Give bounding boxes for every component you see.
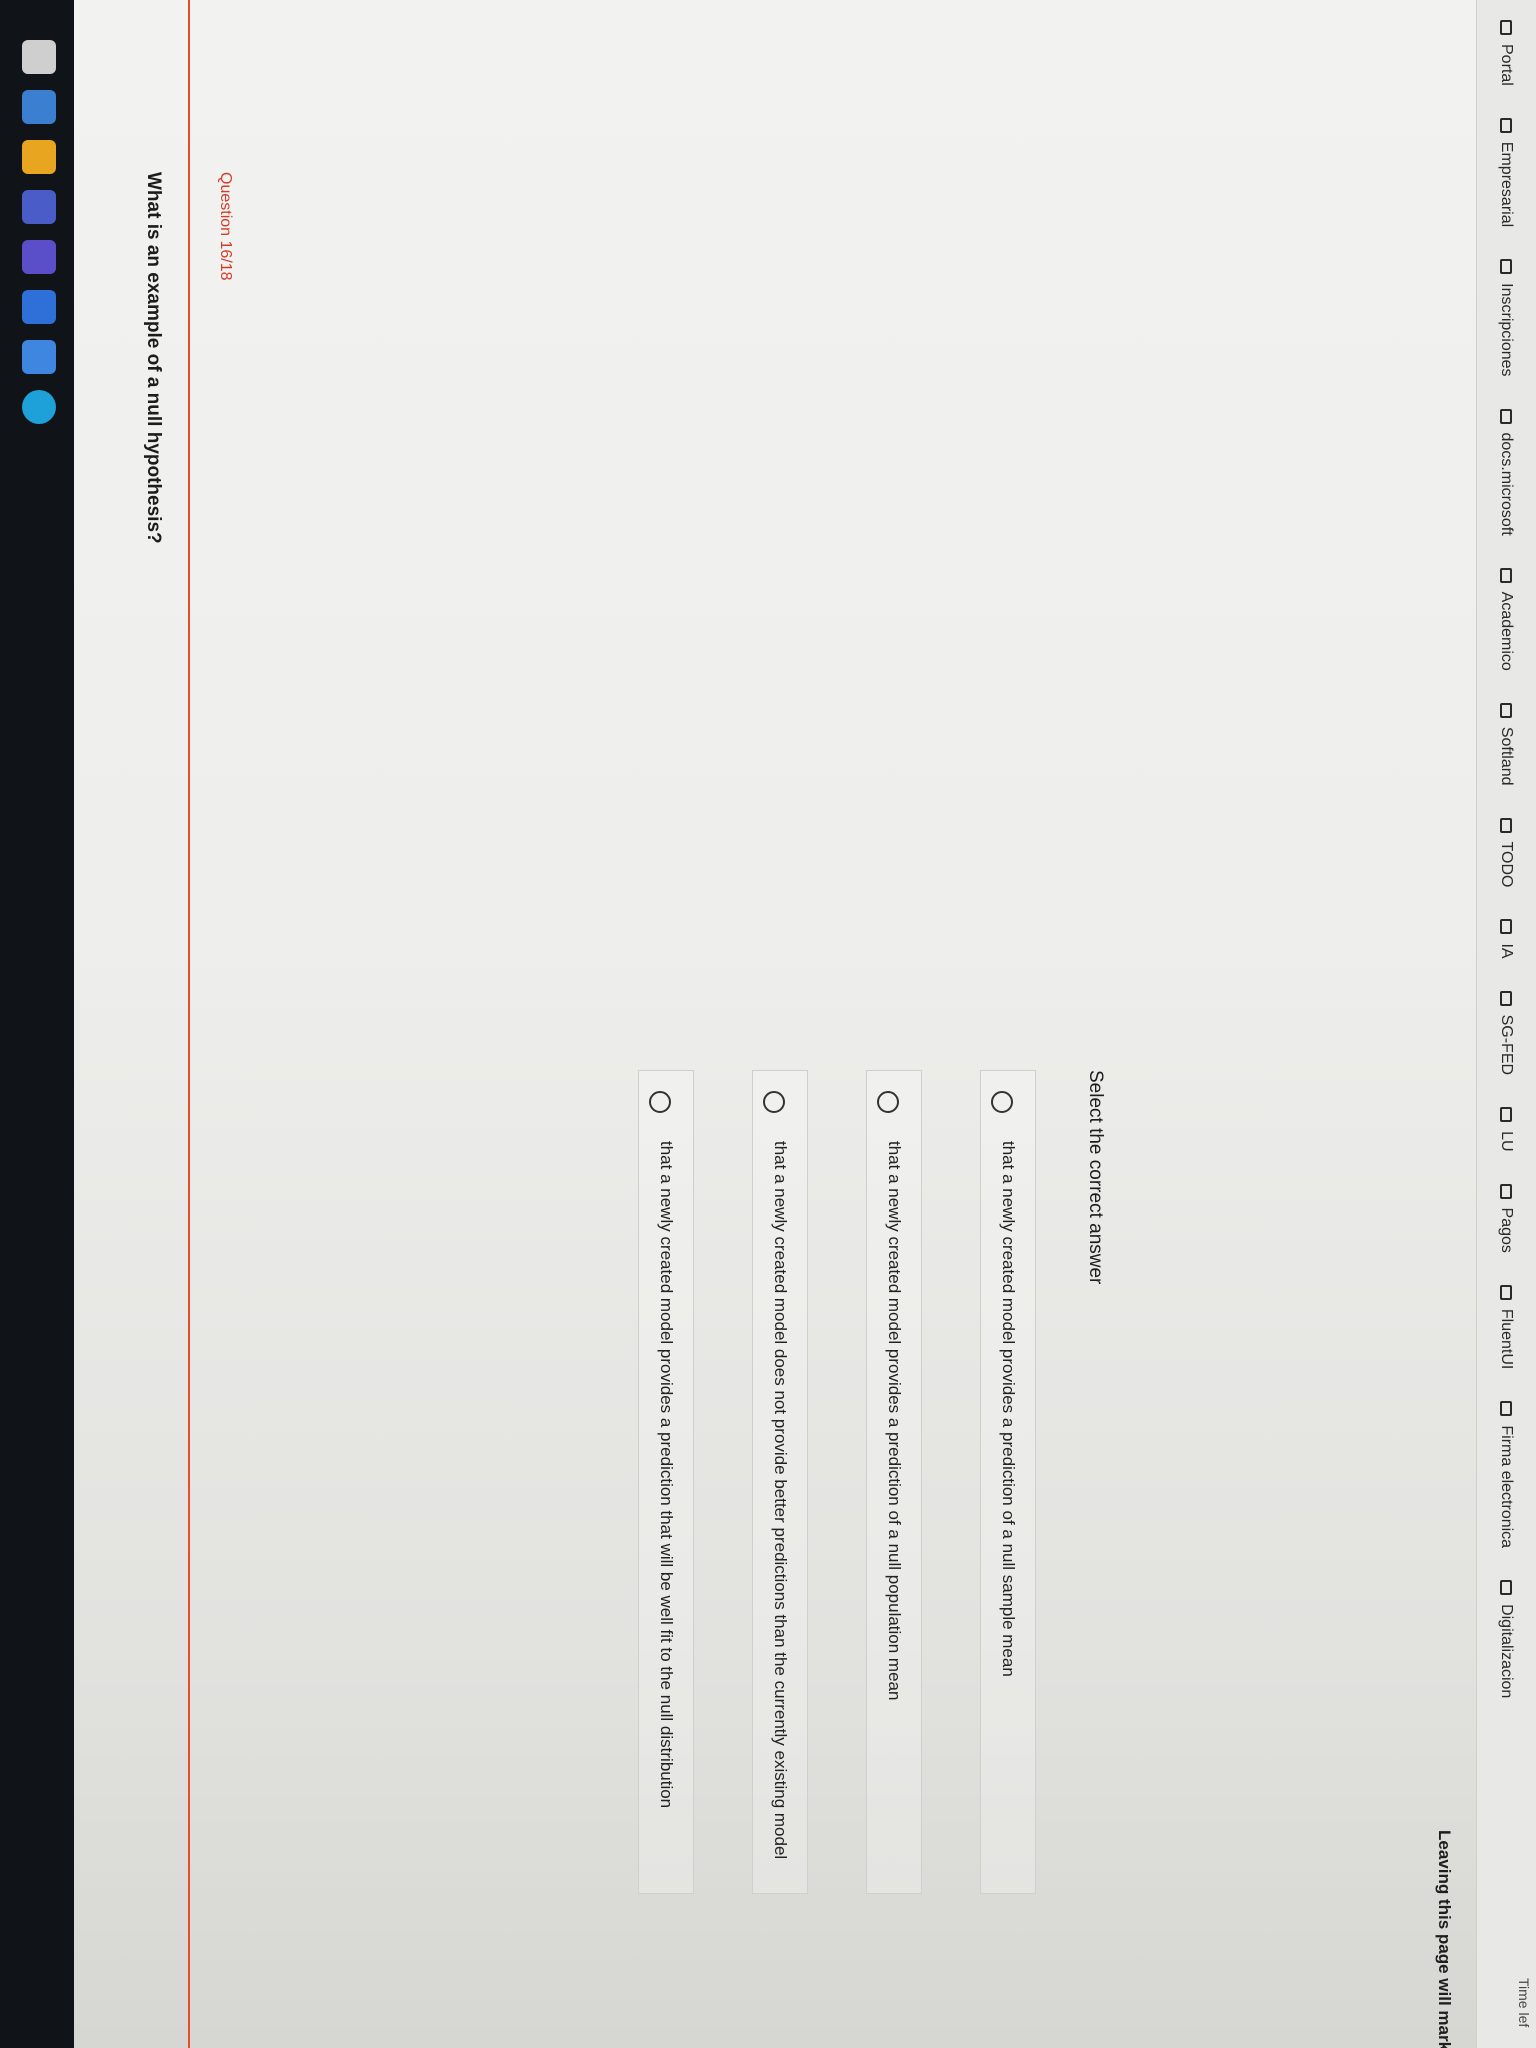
bookmark-label: Digitalizacion — [1498, 1604, 1516, 1699]
bookmark-pagos[interactable]: Pagos — [1498, 1183, 1516, 1253]
answer-option-text: that a newly created model provides a pr… — [999, 1141, 1018, 1677]
accent-line — [188, 0, 190, 2048]
bookmark-label: FluentUI — [1498, 1308, 1516, 1370]
folder-icon — [1500, 567, 1513, 583]
radio-button[interactable] — [877, 1091, 899, 1113]
browser-icon[interactable] — [22, 390, 56, 424]
bookmark-docs-microsoft[interactable]: docs.microsoft — [1498, 408, 1516, 536]
bookmark-label: Softland — [1498, 726, 1516, 786]
folder-icon — [1500, 702, 1513, 718]
question-text: What is an example of a null hypothesis? — [143, 172, 164, 544]
folder-icon — [1500, 259, 1513, 275]
radio-button[interactable] — [649, 1091, 671, 1113]
folder-icon — [1500, 990, 1513, 1006]
question-number: Question 16/18 — [217, 172, 234, 281]
folder-icon — [1500, 817, 1513, 833]
bookmark-label: Portal — [1498, 44, 1516, 86]
bookmarks-bar: Portal Empresarial Inscripciones docs.mi… — [1476, 0, 1536, 2048]
folder-icon[interactable] — [22, 140, 56, 174]
app-icon[interactable] — [22, 190, 56, 224]
bookmark-empresarial[interactable]: Empresarial — [1498, 117, 1516, 228]
folder-icon — [1500, 1284, 1513, 1300]
radio-button[interactable] — [991, 1091, 1013, 1113]
radio-button[interactable] — [763, 1091, 785, 1113]
app-icon[interactable] — [22, 90, 56, 124]
folder-icon — [1500, 20, 1513, 35]
answer-option-3[interactable]: that a newly created model does not prov… — [752, 1070, 808, 1894]
bookmark-ia[interactable]: IA — [1498, 919, 1516, 959]
bookmark-label: Academico — [1498, 591, 1516, 671]
answer-option-text: that a newly created model provides a pr… — [885, 1141, 904, 1701]
folder-icon — [1500, 919, 1513, 935]
start-icon[interactable] — [22, 40, 56, 74]
bookmark-fluentui[interactable]: FluentUI — [1498, 1284, 1516, 1370]
rotated-screen: Portal Empresarial Inscripciones docs.mi… — [0, 0, 1536, 2048]
time-left-label: Time lef — [1516, 1978, 1532, 2028]
bookmark-label: Firma electronica — [1498, 1425, 1516, 1549]
folder-icon — [1500, 1580, 1513, 1596]
app-icon[interactable] — [22, 290, 56, 324]
folder-icon — [1500, 1401, 1513, 1417]
bookmark-todo[interactable]: TODO — [1498, 817, 1516, 888]
bookmark-label: Inscripciones — [1498, 283, 1516, 377]
leaving-page-notice: Leaving this page will mark this te — [1435, 1830, 1454, 2048]
answer-option-2[interactable]: that a newly created model provides a pr… — [866, 1070, 922, 1894]
bookmark-softland[interactable]: Softland — [1498, 702, 1516, 786]
bookmark-sg-fed[interactable]: SG-FED — [1498, 990, 1516, 1076]
folder-icon — [1500, 117, 1513, 133]
folder-icon — [1500, 408, 1513, 424]
folder-icon — [1500, 1183, 1513, 1199]
bookmark-firma-electronica[interactable]: Firma electronica — [1498, 1401, 1516, 1548]
bookmark-academico[interactable]: Academico — [1498, 567, 1516, 671]
bookmark-portal[interactable]: Portal — [1498, 20, 1516, 86]
folder-icon — [1500, 1107, 1513, 1123]
answer-option-4[interactable]: that a newly created model provides a pr… — [638, 1070, 694, 1894]
answer-option-text: that a newly created model does not prov… — [771, 1141, 790, 1860]
answer-option-1[interactable]: that a newly created model provides a pr… — [980, 1070, 1036, 1894]
bookmark-digitalizacion[interactable]: Digitalizacion — [1498, 1580, 1516, 1698]
bookmark-label: Pagos — [1498, 1207, 1516, 1253]
answer-option-text: that a newly created model provides a pr… — [657, 1141, 676, 1809]
app-icon[interactable] — [22, 340, 56, 374]
bookmark-label: SG-FED — [1498, 1014, 1516, 1076]
bookmark-lu[interactable]: LU — [1498, 1107, 1516, 1152]
app-icon[interactable] — [22, 240, 56, 274]
select-answer-label: Select the correct answer — [1085, 1070, 1106, 1285]
bookmark-label: IA — [1498, 943, 1516, 959]
bookmark-label: LU — [1498, 1131, 1516, 1152]
bookmark-label: docs.microsoft — [1498, 432, 1516, 536]
bookmark-label: TODO — [1498, 841, 1516, 888]
bookmark-inscripciones[interactable]: Inscripciones — [1498, 259, 1516, 377]
bookmark-label: Empresarial — [1498, 141, 1516, 228]
taskbar — [0, 0, 74, 2048]
